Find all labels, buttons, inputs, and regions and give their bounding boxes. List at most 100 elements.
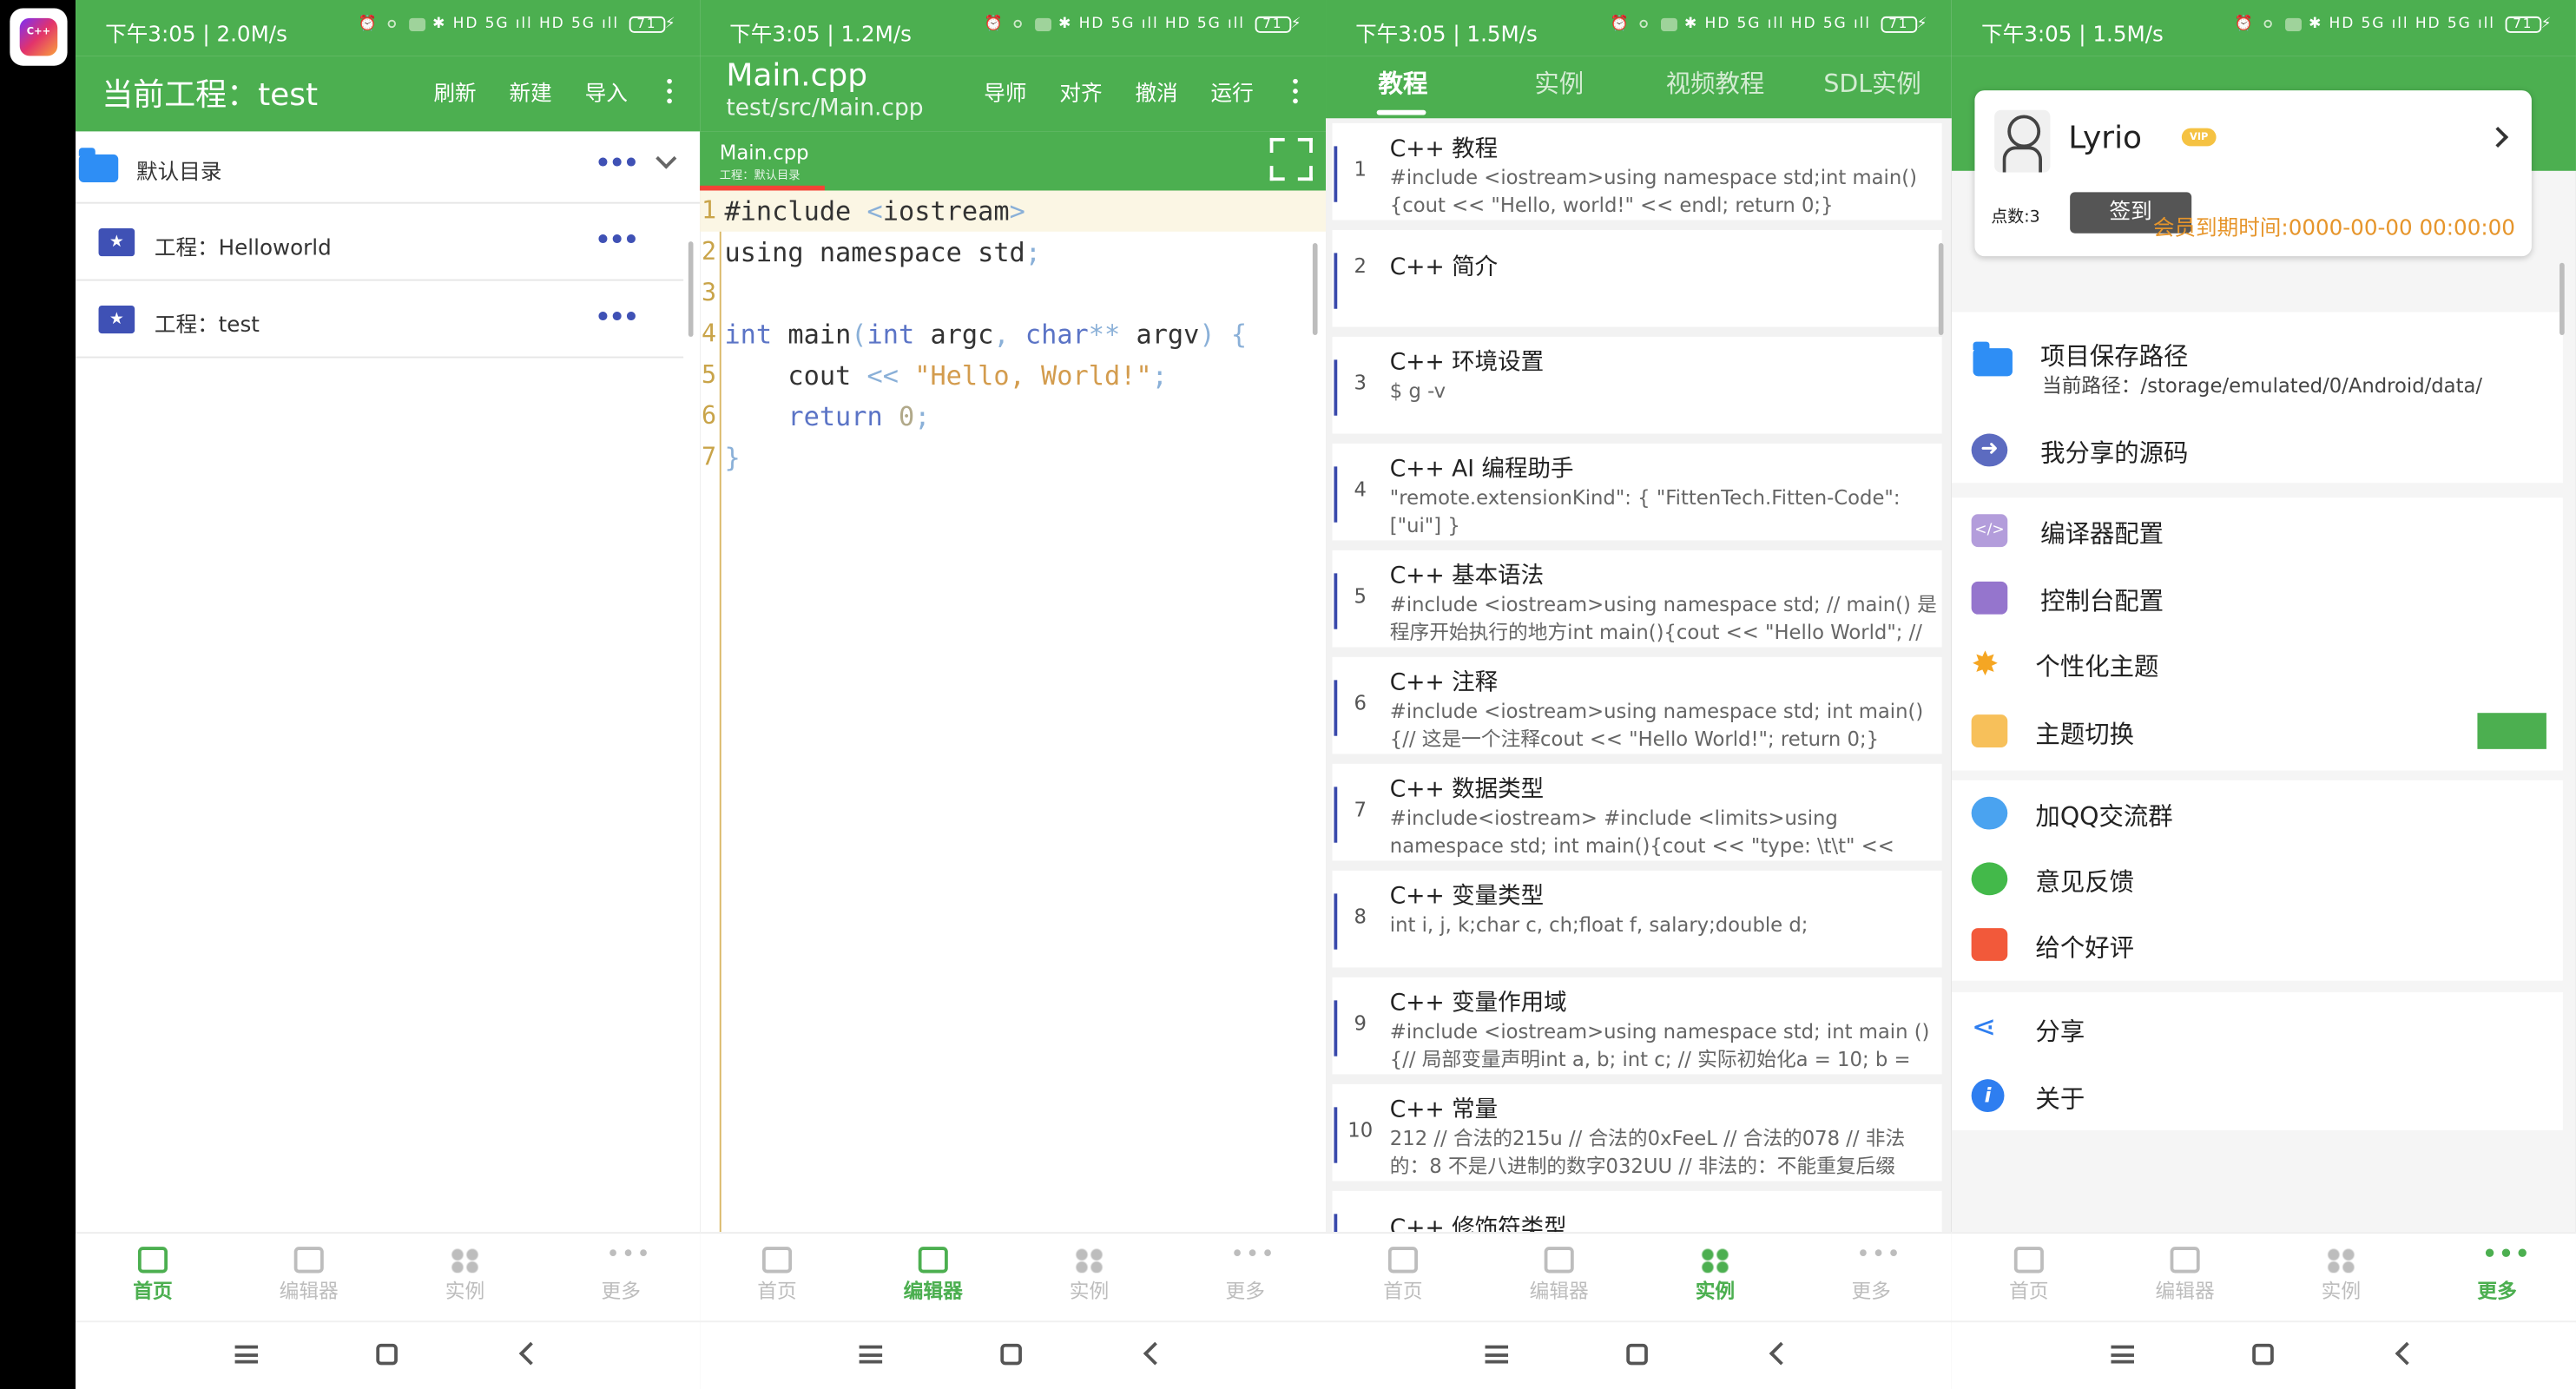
about-row[interactable]: i 关于 <box>1952 1063 2563 1129</box>
item-title: C++ 教程 <box>1389 136 1499 163</box>
home-square-icon[interactable] <box>376 1343 398 1366</box>
profile-name: Lyrio <box>2068 120 2143 156</box>
code-editor[interactable]: 1 #include <iostream> 2 using namespace st… <box>700 190 1327 1233</box>
code-line[interactable]: 4 int main(int argc, char** argv) { <box>700 313 1326 354</box>
item-marker <box>1334 253 1338 309</box>
rate-row[interactable]: 给个好评 <box>1952 912 2563 978</box>
new-button[interactable]: 新建 <box>510 82 552 107</box>
home-screen: 下午3:05 | 2.0M/s ⏰ ✱ HD 5G ıll HD 5G ıll … <box>76 0 701 1389</box>
nav-editor[interactable]: 编辑器 <box>260 1247 359 1304</box>
nav-more[interactable]: ••• 更多 <box>1196 1243 1295 1304</box>
more-icon[interactable]: ••• <box>595 148 639 177</box>
tab-tutorial[interactable]: 教程 <box>1379 66 1428 101</box>
home-square-icon[interactable] <box>2252 1343 2274 1366</box>
code-line[interactable]: 5 cout << "Hello, World!"; <box>700 355 1326 396</box>
nav-examples[interactable]: 实例 <box>2292 1247 2391 1304</box>
fullscreen-icon[interactable] <box>1269 137 1313 181</box>
scrollbar[interactable] <box>688 241 694 337</box>
save-path-row[interactable]: 项目保存路径 当前路径：/storage/emulated/0/Android/… <box>1952 320 2563 405</box>
item-title: C++ 常量 <box>1389 1096 1499 1124</box>
item-marker <box>1334 787 1338 843</box>
nav-home[interactable]: 首页 <box>1980 1247 2079 1304</box>
directory-row[interactable]: 默认目录 ••• <box>76 131 701 204</box>
tutorial-item[interactable]: 2 C++ 简介 <box>1332 229 1942 327</box>
run-button[interactable]: 运行 <box>1211 82 1254 107</box>
theme-switch-row[interactable]: 主题切换 <box>1952 698 2563 764</box>
code-line[interactable]: 1 #include <iostream> <box>700 190 1327 232</box>
share-row[interactable]: ⋖ 分享 <box>1952 996 2563 1062</box>
refresh-button[interactable]: 刷新 <box>433 82 476 107</box>
nav-examples[interactable]: 实例 <box>416 1247 515 1304</box>
nav-examples[interactable]: 实例 <box>1040 1247 1139 1304</box>
home-square-icon[interactable] <box>1000 1343 1022 1366</box>
item-description: #include <iostream>using namespace std; … <box>1389 1020 1930 1071</box>
tutorial-item[interactable]: 4 C++ AI 编程助手 "remote.extensionKind": { "F… <box>1332 443 1942 541</box>
tutorial-item[interactable]: 9 C++ 变量作用域 #include <iostream>using names… <box>1332 977 1942 1075</box>
code-line[interactable]: 6 return 0; <box>700 396 1326 437</box>
qq-group-row[interactable]: 加QQ交流群 <box>1952 780 2563 846</box>
compiler-config-row[interactable]: </> 编译器配置 <box>1952 497 2563 563</box>
item-number: 5 <box>1354 584 1367 609</box>
menu-icon[interactable] <box>2111 1345 2134 1364</box>
tutorial-item[interactable]: 6 C++ 注释 #include <iostream>using namespac… <box>1332 656 1942 754</box>
nav-home[interactable]: 首页 <box>1354 1247 1453 1304</box>
menu-icon[interactable] <box>1485 1345 1509 1364</box>
nav-more[interactable]: ••• 更多 <box>571 1243 670 1304</box>
nav-editor[interactable]: 编辑器 <box>2136 1247 2235 1304</box>
tab-examples[interactable]: 实例 <box>1534 66 1584 101</box>
qq-group-label: 加QQ交流群 <box>2035 801 2173 832</box>
back-icon[interactable] <box>1143 1341 1167 1366</box>
code-line[interactable]: 7} <box>700 437 1326 477</box>
overflow-menu-icon[interactable] <box>1293 76 1300 109</box>
tab-video[interactable]: 视频教程 <box>1666 66 1765 101</box>
nav-home[interactable]: 首页 <box>728 1247 827 1304</box>
nav-examples[interactable]: 实例 <box>1666 1247 1765 1304</box>
home-square-icon[interactable] <box>1626 1343 1648 1366</box>
nav-editor[interactable]: 编辑器 <box>884 1247 983 1304</box>
menu-icon[interactable] <box>234 1345 259 1364</box>
back-icon[interactable] <box>518 1341 543 1366</box>
star-burst-icon: ✸ <box>1971 643 2000 684</box>
scrollbar[interactable] <box>1938 243 1944 336</box>
code-line[interactable]: 3 <box>700 273 1326 313</box>
shared-source-row[interactable]: ➜ 我分享的源码 <box>1952 418 2563 484</box>
file-tab[interactable]: Main.cpp <box>720 142 809 164</box>
nav-more[interactable]: ••• 更多 <box>1822 1243 1920 1304</box>
nav-more[interactable]: ••• 更多 <box>2448 1243 2546 1304</box>
profile-card[interactable]: Lyrio VIP 点数:3 签到 会员到期时间:0000-00-00 00:0… <box>1974 90 2532 257</box>
code-line[interactable]: 2 using namespace std; <box>700 232 1326 273</box>
tutorial-item[interactable]: 3 C++ 环境设置 $ g -v <box>1332 336 1942 434</box>
nav-home[interactable]: 首页 <box>103 1247 202 1304</box>
tutorial-item[interactable]: 10 C++ 常量 212 // 合法的215u // 合法的0xFeeL // 合… <box>1332 1083 1942 1182</box>
align-button[interactable]: 对齐 <box>1059 82 1102 107</box>
chevron-right-icon[interactable] <box>2487 126 2509 148</box>
personal-theme-row[interactable]: ✸ 个性化主题 <box>1952 631 2563 697</box>
console-config-row[interactable]: 控制台配置 <box>1952 565 2563 631</box>
project-row[interactable]: ★ 工程：test ••• <box>76 282 684 359</box>
undo-button[interactable]: 撤消 <box>1135 82 1177 107</box>
tab-sdl[interactable]: SDL实例 <box>1823 66 1920 101</box>
more-icon[interactable]: ••• <box>595 225 639 254</box>
battery-icon: 71 <box>1255 16 1291 33</box>
menu-icon[interactable] <box>859 1345 883 1364</box>
tutorial-item[interactable]: 5 C++ 基本语法 #include <iostream>using namesp… <box>1332 550 1942 648</box>
back-icon[interactable] <box>2395 1341 2419 1366</box>
project-row[interactable]: ★ 工程：Helloworld ••• <box>76 206 684 281</box>
scrollbar[interactable] <box>2560 262 2565 336</box>
tutorial-item[interactable]: 1 C++ 教程 #include <iostream>using namespac… <box>1332 122 1942 221</box>
import-button[interactable]: 导入 <box>585 82 628 107</box>
tutorial-item[interactable]: 8 C++ 变量类型 int i, j, k;char c, ch;float f,… <box>1332 870 1942 968</box>
more-icon[interactable]: ••• <box>595 302 639 332</box>
avatar[interactable] <box>1994 109 2051 173</box>
chevron-down-icon[interactable] <box>656 148 677 169</box>
nav-editor[interactable]: 编辑器 <box>1510 1247 1609 1304</box>
folder-icon <box>78 148 119 183</box>
mentor-button[interactable]: 导师 <box>984 82 1026 107</box>
scrollbar[interactable] <box>1312 243 1318 336</box>
back-icon[interactable] <box>1769 1341 1793 1366</box>
overflow-menu-icon[interactable] <box>667 76 674 109</box>
theme-color-swatch[interactable] <box>2477 713 2546 749</box>
tutorial-item[interactable]: 7 C++ 数据类型 #include<iostream> #include <li… <box>1332 763 1942 861</box>
save-path-value: 当前路径：/storage/emulated/0/Android/data/ <box>2042 374 2483 398</box>
feedback-row[interactable]: 意见反馈 <box>1952 846 2563 912</box>
